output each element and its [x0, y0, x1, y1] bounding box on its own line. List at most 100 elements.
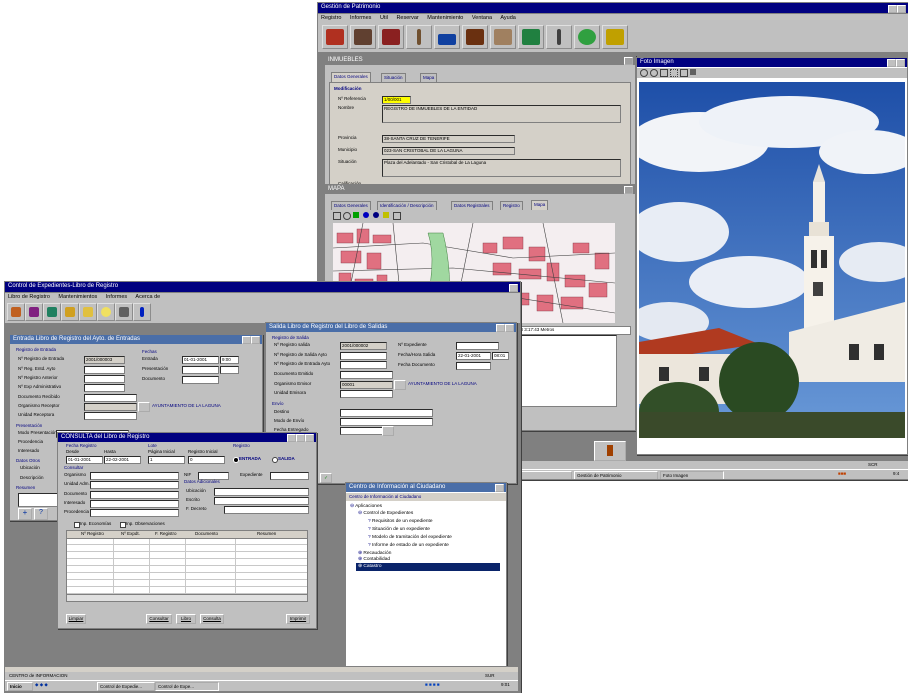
entrada-close-icon[interactable] [251, 336, 260, 344]
toolbar-diamond-icon[interactable] [79, 303, 97, 321]
toolbar-pen-icon[interactable] [546, 25, 572, 49]
toolbar-edit-icon[interactable] [61, 303, 79, 321]
map-refresh-icon[interactable] [363, 212, 369, 218]
expediente-field[interactable] [270, 472, 309, 480]
hora-salida-field[interactable]: 08:01 [492, 352, 509, 360]
toolbar-docs-icon[interactable] [43, 303, 61, 321]
fecha-entregado-lookup[interactable] [382, 426, 394, 436]
photo-close-icon[interactable] [896, 59, 905, 67]
destino-field[interactable] [340, 409, 433, 417]
fit-icon[interactable] [660, 69, 668, 77]
consulta-max-icon[interactable] [296, 434, 305, 442]
map-pan-icon[interactable] [353, 212, 359, 218]
tab-map-identificacion[interactable]: Identificación / Descripción [377, 201, 437, 210]
doc-emitido-field[interactable] [340, 371, 393, 379]
taskbar-control-expedientes-1[interactable]: Control de Expedie... [97, 682, 155, 691]
tree-modelo[interactable]: ? Modelo de tramitación del expediente [368, 534, 452, 542]
unidad-emisora-field[interactable] [340, 390, 393, 398]
check-economias-label[interactable]: Inp. Economías [80, 521, 111, 527]
hora-entrada-field[interactable]: 9:00 [220, 356, 239, 364]
referencia-field[interactable]: 1/00/001 [382, 96, 411, 104]
map-notes-area[interactable] [509, 335, 617, 407]
results-table[interactable]: Nº Registro Nº Expdt. F. Registro Docume… [66, 530, 308, 602]
map-select-icon[interactable] [333, 212, 341, 220]
menu-reservar[interactable]: Reservar [396, 15, 418, 21]
tab-mapa[interactable]: Mapa [420, 73, 438, 82]
menu-libro[interactable]: Libro de Registro [8, 294, 50, 300]
patrimonio-close-icon[interactable] [897, 5, 906, 13]
hora-presentacion-field[interactable] [220, 366, 239, 374]
tree-requisitos[interactable]: ? Requisitos de un expediente [368, 518, 433, 526]
salida-close-icon[interactable] [505, 324, 514, 332]
toolbar-exit-icon[interactable] [133, 303, 151, 321]
menu-util[interactable]: Util [380, 15, 388, 21]
taskbar-foto[interactable]: Foto Imagen [660, 471, 724, 479]
reg-entrada-field[interactable]: 2001/000003 [84, 356, 125, 364]
patrimonio-maximize-icon[interactable] [888, 5, 897, 13]
toolbar-horse-icon[interactable] [462, 25, 488, 49]
toolbar-boat-icon[interactable] [322, 25, 348, 49]
col-registro[interactable]: Nº Registro [81, 531, 104, 537]
hasta-field[interactable]: 22-02-2001 [104, 456, 141, 464]
tree-control-expedientes[interactable]: ⊖ Control de Expedientes [358, 510, 413, 518]
fecha-entregado-field[interactable] [340, 427, 383, 435]
menu-acerca[interactable]: Acerca de [135, 294, 160, 300]
check-observaciones-label[interactable]: Inp. Observaciones [126, 521, 165, 527]
reg-anterior-field[interactable] [84, 375, 125, 383]
situacion-field[interactable]: Plaza del Adelantado - San Cristobal de … [382, 159, 621, 177]
reg-salida-ayto-field[interactable] [340, 352, 387, 360]
unidad-adm-select[interactable] [90, 481, 179, 489]
toolbar-brush-icon[interactable] [406, 25, 432, 49]
tree-informe[interactable]: ? Informe de estado de un expediente [368, 542, 449, 550]
tab-map-datos-generales[interactable]: Datos Generales [331, 201, 371, 210]
col-f-registro[interactable]: F. Registro [155, 531, 177, 537]
entrada-max-icon[interactable] [242, 336, 251, 344]
tower-photo[interactable] [639, 82, 905, 438]
radio-salida-label[interactable]: SALIDA [278, 456, 295, 462]
zoom-out-icon[interactable] [650, 69, 658, 77]
salida-max-icon[interactable] [496, 324, 505, 332]
toolbar-car-icon[interactable] [434, 25, 460, 49]
col-documento[interactable]: Documento [195, 531, 218, 537]
toolbar-tools-icon[interactable] [602, 25, 628, 49]
desde-field[interactable]: 01-01-2001 [66, 456, 103, 464]
toolbar-salida-icon[interactable] [25, 303, 43, 321]
tree-situacion[interactable]: ? Situación de un expediente [368, 526, 430, 534]
menu-ventana[interactable]: Ventana [472, 15, 492, 21]
toolbar-building-icon[interactable] [378, 25, 404, 49]
fecha-doc-salida-field[interactable] [456, 362, 491, 370]
resumen-textarea[interactable] [18, 493, 60, 507]
zoom-in-icon[interactable] [640, 69, 648, 77]
tab-map-registrales[interactable]: Datos Registrales [451, 201, 493, 210]
print-icon[interactable] [690, 69, 696, 75]
consulta-button[interactable]: Consulta [200, 614, 224, 624]
tab-datos-generales[interactable]: Datos Generales [331, 72, 371, 82]
menu-ayuda[interactable]: Ayuda [500, 15, 516, 21]
menu-mantenimientos[interactable]: Mantenimientos [58, 294, 97, 300]
centro-close-icon[interactable] [495, 484, 504, 492]
reg-entrada-ayto-field[interactable] [340, 361, 387, 369]
menu-informes-exp[interactable]: Informes [106, 294, 127, 300]
results-hscrollbar[interactable] [67, 594, 307, 601]
inmuebles-close-icon[interactable] [624, 57, 633, 65]
org-emisor-field[interactable]: 00001 [340, 381, 393, 389]
toolbar-bulb-icon[interactable] [97, 303, 115, 321]
consulta-min-icon[interactable] [287, 434, 296, 442]
tree-catastro[interactable]: ⊕ Catastro [356, 563, 500, 571]
expedientes-close-icon[interactable] [509, 284, 518, 292]
map-info-icon[interactable] [373, 212, 379, 218]
map-zoom-icon[interactable] [343, 212, 351, 220]
libro-button[interactable]: Libro [176, 614, 196, 624]
documento-select[interactable] [90, 491, 179, 499]
consultar-button[interactable]: Consultar [146, 614, 172, 624]
toolbar-entrada-icon[interactable] [7, 303, 25, 321]
toolbar-desk-icon[interactable] [490, 25, 516, 49]
salida-ok-button[interactable]: ✓ [320, 473, 332, 483]
taskbar-control-expedientes-2[interactable]: Control de Expe... [155, 682, 219, 691]
menu-informes[interactable]: Informes [350, 15, 371, 21]
taskbar-patrimonio[interactable]: Gestión de Patrimonio [574, 471, 658, 479]
patrimonio-exit-button[interactable] [594, 441, 626, 461]
tab-map-registro[interactable]: Registro [500, 201, 523, 210]
org-receptor-field[interactable] [84, 403, 137, 411]
org-receptor-lookup[interactable] [138, 402, 150, 412]
